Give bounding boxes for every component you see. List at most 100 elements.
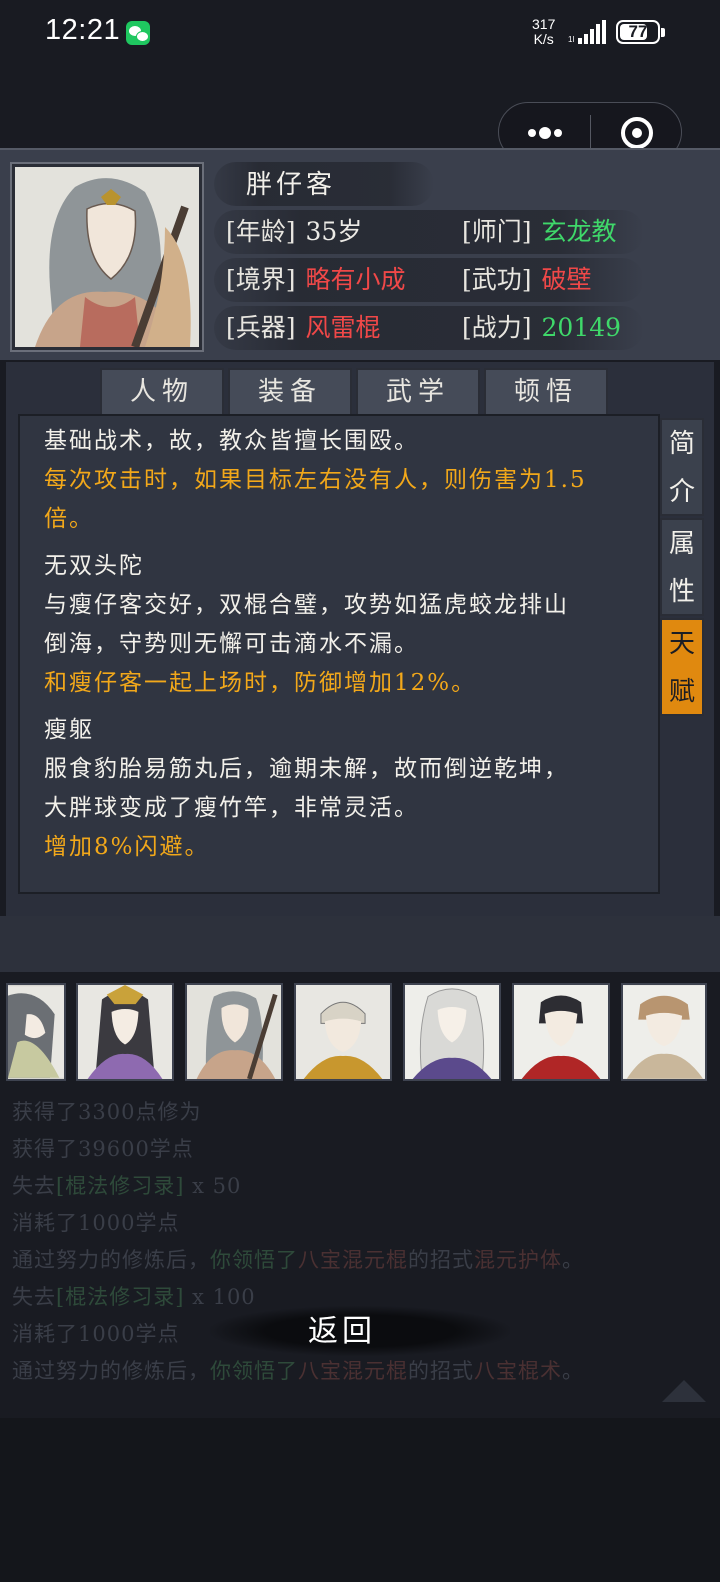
capsule-divider (590, 115, 591, 151)
attr-age: [年龄] 35岁 (226, 212, 362, 248)
side-tab-char: 介 (668, 477, 695, 507)
attr-value: 20149 (541, 313, 622, 342)
network-speed-value: 317 (532, 16, 556, 32)
bottom-area (0, 1418, 720, 1582)
log-segment: 。 (562, 1359, 584, 1383)
battery-icon: 77 (616, 20, 660, 44)
character-portrait (12, 164, 202, 350)
scroll-up-icon[interactable] (662, 1380, 706, 1402)
log-segment: 消耗了1000学点 (12, 1211, 180, 1235)
log-line: 失去[棍法修习录] x 50 (12, 1168, 712, 1205)
battery-percent: 77 (628, 22, 648, 41)
attr-label: [师门] (462, 217, 532, 246)
log-line: 通过努力的修炼后，你领悟了八宝混元棍的招式八宝棍术。 (12, 1353, 712, 1390)
signal-icon: 1l (568, 20, 606, 44)
battery-tip (661, 28, 665, 37)
attr-value: 破壁 (541, 265, 592, 294)
talent-desc-line: 大胖球变成了瘦竹竿，非常灵活。 (44, 795, 419, 821)
talent-text: 基础战术，故，教众皆擅长围殴。每次攻击时，如果目标左右没有人，则伤害为1.5 倍。… (44, 422, 634, 867)
talent-effect-line: 和瘦仔客一起上场时，防御增加12%。 (44, 670, 477, 696)
portrait-2[interactable] (76, 983, 174, 1081)
log-segment: 八宝棍术 (474, 1359, 562, 1383)
tab-equipment[interactable]: 装备 (228, 368, 352, 416)
log-segment: 失去 (12, 1174, 56, 1198)
network-speed-unit: K/s (533, 31, 554, 47)
attr-value: 玄龙教 (541, 217, 617, 246)
character-strip (0, 983, 720, 1083)
talent-effect-line: 增加8%闪避。 (44, 834, 210, 860)
side-tab-char: 天 (668, 629, 695, 659)
side-tab-char: 性 (668, 577, 695, 607)
log-segment: [棍法修习录] (56, 1285, 185, 1309)
log-segment: 消耗了1000学点 (12, 1322, 180, 1346)
attr-value: 风雷棍 (305, 313, 381, 342)
log-segment: 你领悟了 (210, 1248, 298, 1272)
talent-desc-line: 与瘦仔客交好，双棍合璧，攻势如猛虎蛟龙排山 (44, 592, 569, 618)
side-tab-intro[interactable]: 简 介 (660, 418, 704, 516)
character-header: 胖仔客 [年龄] 35岁 [师门] 玄龙教 [境界] 略有小成 [武功] 破壁 [兵器]… (0, 148, 720, 360)
character-name: 胖仔客 (246, 170, 337, 200)
log-segment: 你领悟了 (210, 1359, 298, 1383)
log-segment: 获得了39600学点 (12, 1137, 194, 1161)
attr-value: 35岁 (305, 217, 363, 246)
log-segment: 通过努力的修炼后， (12, 1359, 210, 1383)
side-tab-attributes[interactable]: 属 性 (660, 518, 704, 616)
log-segment: 八宝混元棍 (298, 1248, 408, 1272)
divider-band (0, 916, 720, 972)
portrait-6[interactable] (512, 983, 610, 1081)
attr-label: [战力] (462, 313, 532, 342)
back-button[interactable]: 返回 (272, 1310, 412, 1354)
talent-desc-line: 基础战术，故，教众皆擅长围殴。 (44, 428, 419, 454)
portrait-5[interactable] (403, 983, 501, 1081)
log-segment: 失去 (12, 1285, 56, 1309)
log-segment: 的招式 (408, 1359, 474, 1383)
svg-text:1l: 1l (568, 35, 574, 44)
talent-effect-line: 倍。 (44, 506, 94, 532)
talent-desc-line: 服食豹胎易筋丸后，逾期未解，故而倒逆乾坤， (44, 756, 569, 782)
log-segment: 八宝混元棍 (298, 1359, 408, 1383)
portrait-3[interactable] (185, 983, 283, 1081)
side-tab-char: 简 (668, 429, 695, 459)
log-segment: 。 (562, 1248, 584, 1272)
portrait-1[interactable] (6, 983, 66, 1081)
tab-enlightenment[interactable]: 顿悟 (484, 368, 608, 416)
attr-value: 略有小成 (305, 265, 406, 294)
attr-sect: [师门] 玄龙教 (462, 212, 617, 248)
side-tab-char: 属 (668, 529, 695, 559)
attr-label: [境界] (226, 265, 296, 294)
tab-martial-arts[interactable]: 武学 (356, 368, 480, 416)
side-tab-char: 赋 (668, 677, 695, 707)
wechat-icon (126, 21, 150, 45)
attr-power: [战力] 20149 (462, 308, 621, 344)
log-segment: x 50 (184, 1174, 242, 1198)
tab-character[interactable]: 人物 (100, 368, 224, 416)
log-line: 消耗了1000学点 (12, 1205, 712, 1242)
attr-label: [武功] (462, 265, 532, 294)
more-icon[interactable] (527, 127, 563, 139)
talent-effect-line: 每次攻击时，如果目标左右没有人，则伤害为1.5 (44, 467, 587, 493)
log-segment: 的招式 (408, 1248, 474, 1272)
attr-martial: [武功] 破壁 (462, 260, 592, 296)
talent-desc-line: 倒海，守势则无懈可击滴水不漏。 (44, 631, 419, 657)
log-segment: 获得了3300点修为 (12, 1100, 202, 1124)
log-line: 获得了3300点修为 (12, 1094, 712, 1131)
side-tab-talent[interactable]: 天 赋 (660, 618, 704, 716)
log-line: 获得了39600学点 (12, 1131, 712, 1168)
portrait-4[interactable] (294, 983, 392, 1081)
talent-content: 基础战术，故，教众皆擅长围殴。每次攻击时，如果目标左右没有人，则伤害为1.5 倍。… (18, 414, 660, 894)
log-segment: 混元护体 (474, 1248, 562, 1272)
attr-realm: [境界] 略有小成 (226, 260, 406, 296)
clock: 12:21 (45, 14, 121, 46)
log-segment: 通过努力的修炼后， (12, 1248, 210, 1272)
status-bar: 12:21 317 K/s 1l 77 (0, 0, 720, 70)
attr-label: [年龄] (226, 217, 296, 246)
attr-weapon: [兵器] 风雷棍 (226, 308, 381, 344)
close-miniprogram-icon[interactable] (621, 117, 653, 149)
talent-desc-line: 无双头陀 (44, 553, 144, 579)
log-line: 通过努力的修炼后，你领悟了八宝混元棍的招式混元护体。 (12, 1242, 712, 1279)
network-speed: 317 K/s (532, 17, 555, 47)
attr-label: [兵器] (226, 313, 296, 342)
portrait-7[interactable] (621, 983, 707, 1081)
